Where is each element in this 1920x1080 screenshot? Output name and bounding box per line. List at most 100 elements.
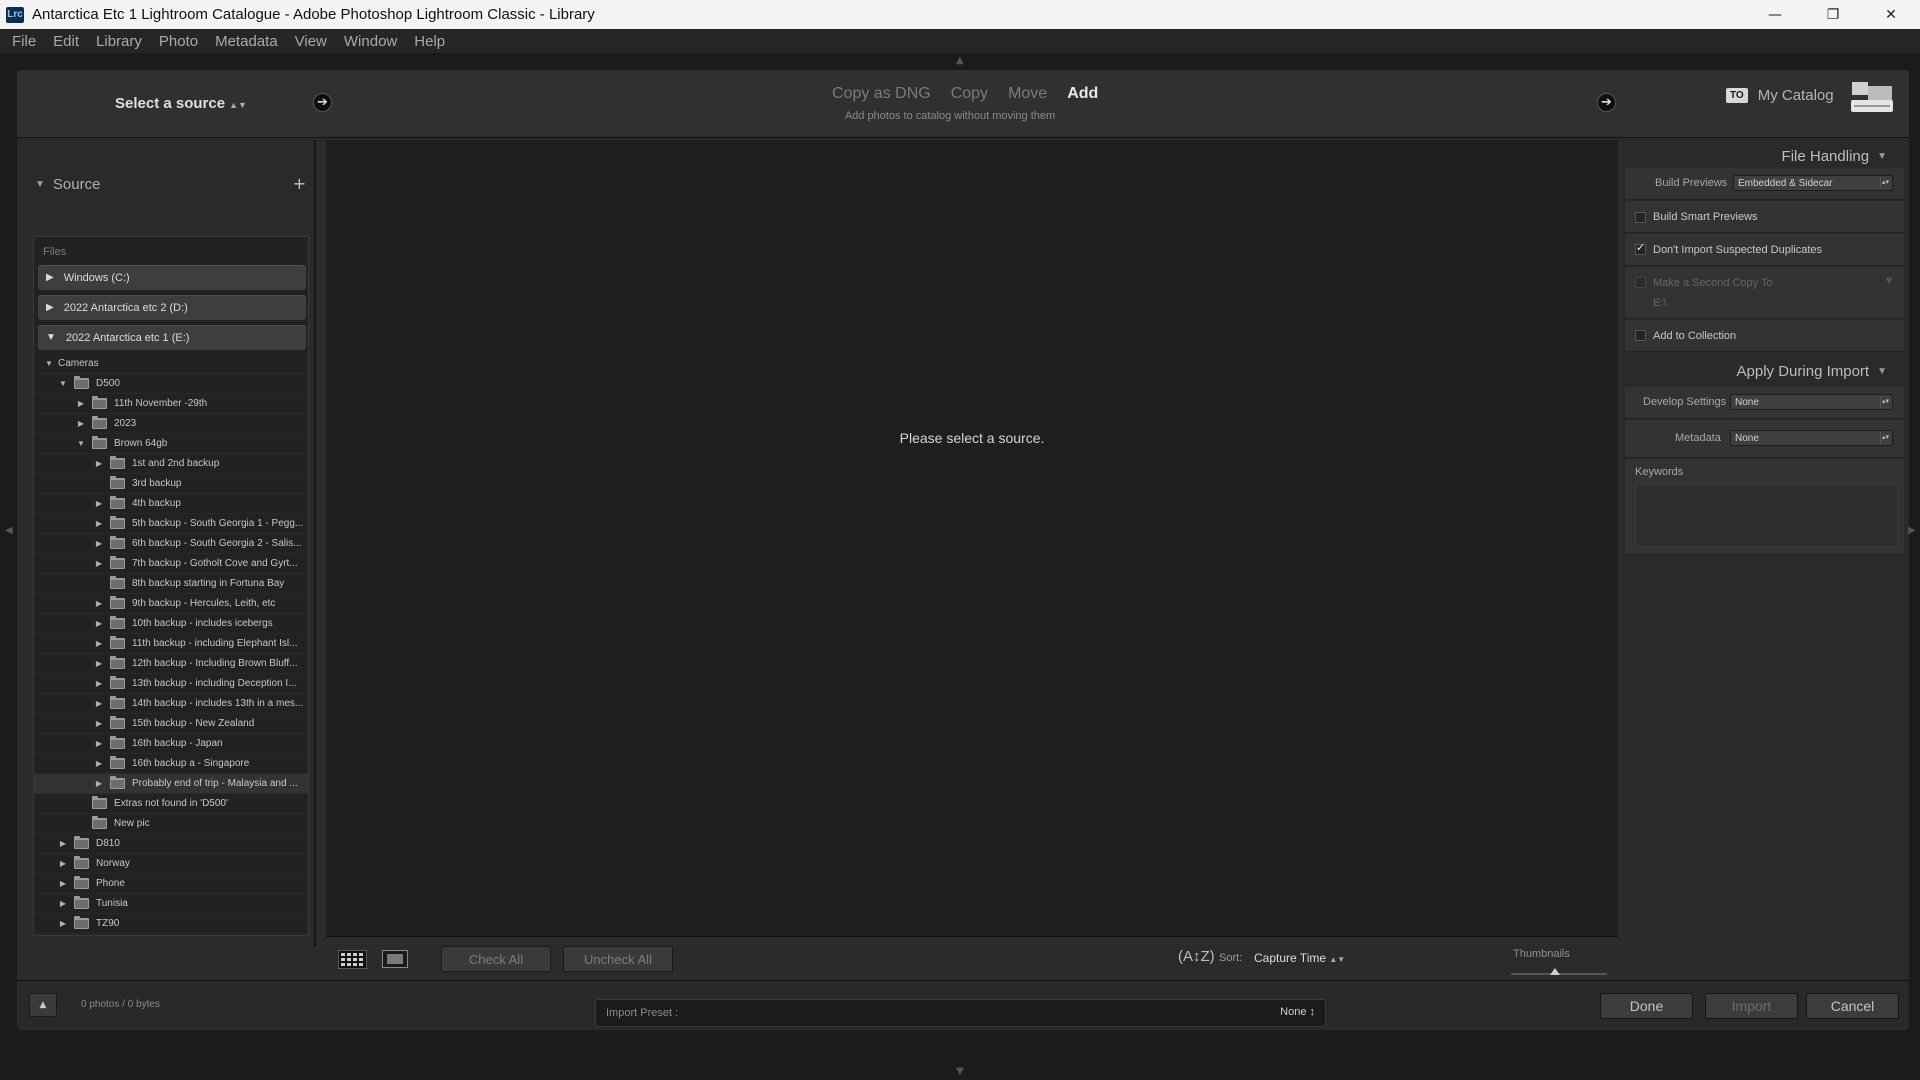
expand-triangle-icon[interactable]: ▶ bbox=[94, 539, 104, 548]
expand-triangle-icon[interactable]: ▶ bbox=[94, 739, 104, 748]
minimize-button[interactable]: — bbox=[1746, 0, 1804, 29]
add-to-collection-checkbox[interactable] bbox=[1635, 330, 1646, 341]
expand-triangle-icon[interactable]: ▶ bbox=[58, 879, 68, 888]
expand-triangle-icon[interactable]: ▶ bbox=[94, 619, 104, 628]
build-previews-select[interactable]: Embedded & Sidecar ▴▾ bbox=[1733, 175, 1893, 191]
expand-triangle-icon[interactable]: ▶ bbox=[94, 559, 104, 568]
folder-tree-row[interactable]: ▶ 16th backup a - Singapore bbox=[34, 754, 308, 774]
volume-antarctica-e[interactable]: ▼ 2022 Antarctica etc 1 (E:) bbox=[38, 325, 306, 350]
expand-triangle-icon[interactable]: ▶ bbox=[58, 859, 68, 868]
expand-triangle-icon[interactable]: ▶ bbox=[58, 899, 68, 908]
menu-photo[interactable]: Photo bbox=[153, 33, 204, 50]
mode-add[interactable]: Add bbox=[1067, 85, 1098, 103]
build-smart-previews-checkbox[interactable] bbox=[1635, 212, 1646, 223]
metadata-select[interactable]: None ▴▾ bbox=[1730, 430, 1893, 446]
folder-tree-row[interactable]: ▼ D500 bbox=[34, 374, 308, 394]
import-button[interactable]: Import bbox=[1705, 993, 1798, 1019]
folder-tree-row[interactable]: ▶ 7th backup - Gotholt Cove and Gyrt... bbox=[34, 554, 308, 574]
sort-dropdown[interactable]: Capture Time ▲▼ bbox=[1254, 951, 1345, 965]
folder-tree-row[interactable]: 8th backup starting in Fortuna Bay bbox=[34, 574, 308, 594]
folder-tree-row[interactable]: ▶ 5th backup - South Georgia 1 - Pegg... bbox=[34, 514, 308, 534]
folder-tree-row[interactable]: ▶ Probably end of trip - Malaysia and ... bbox=[34, 774, 308, 794]
apply-during-import-header[interactable]: Apply During Import ▼ bbox=[1737, 363, 1887, 380]
grid-view-icon[interactable] bbox=[338, 950, 367, 969]
bottom-panel-toggle-icon[interactable]: ▼ bbox=[956, 1066, 964, 1077]
folder-tree-row[interactable]: ▶ TZ90 bbox=[34, 914, 308, 934]
check-all-button[interactable]: Check All bbox=[441, 946, 551, 972]
folder-tree-row[interactable]: ▶ Phone bbox=[34, 874, 308, 894]
sort-direction-icon[interactable]: (A↕Z) bbox=[1178, 948, 1215, 965]
cancel-button[interactable]: Cancel bbox=[1806, 993, 1899, 1019]
import-preset-bar[interactable]: Import Preset : None ↕ bbox=[595, 999, 1326, 1027]
menu-metadata[interactable]: Metadata bbox=[209, 33, 284, 50]
collapse-triangle-icon[interactable]: ▼ bbox=[44, 359, 54, 368]
folder-tree-row[interactable]: ▶ 11th November -29th bbox=[34, 394, 308, 414]
menu-help[interactable]: Help bbox=[408, 33, 451, 50]
menu-view[interactable]: View bbox=[289, 33, 333, 50]
expand-triangle-icon[interactable]: ▶ bbox=[94, 699, 104, 708]
expand-triangle-icon[interactable]: ▶ bbox=[94, 759, 104, 768]
mode-copy[interactable]: Copy bbox=[951, 85, 988, 103]
folder-tree-row[interactable]: ▶ 12th backup - Including Brown Bluff... bbox=[34, 654, 308, 674]
folder-tree-row[interactable]: ▶ Norway bbox=[34, 854, 308, 874]
folder-tree-row[interactable]: ▶ 11th backup - including Elephant Isl... bbox=[34, 634, 308, 654]
add-source-icon[interactable]: + bbox=[293, 174, 306, 193]
folder-tree-row[interactable]: New pic bbox=[34, 814, 308, 834]
dont-import-duplicates-checkbox[interactable] bbox=[1635, 241, 1646, 255]
folder-tree-row[interactable]: ▶ 15th backup - New Zealand bbox=[34, 714, 308, 734]
folder-tree-row[interactable]: Extras not found in 'D500' bbox=[34, 794, 308, 814]
develop-settings-select[interactable]: None ▴▾ bbox=[1730, 394, 1893, 410]
maximize-button[interactable]: ❐ bbox=[1804, 0, 1862, 29]
folder-tree-row[interactable]: ▶ Tunisia bbox=[34, 894, 308, 914]
close-window-button[interactable]: ✕ bbox=[1862, 0, 1920, 29]
import-preset-value[interactable]: None ↕ bbox=[1280, 1006, 1315, 1018]
source-panel-header[interactable]: ▼ Source bbox=[35, 176, 100, 193]
expand-triangle-icon[interactable]: ▶ bbox=[94, 499, 104, 508]
folder-tree-row[interactable]: 3rd backup bbox=[34, 474, 308, 494]
expand-triangle-icon[interactable]: ▶ bbox=[94, 779, 104, 788]
volume-windows-c[interactable]: ▶ Windows (C:) bbox=[38, 265, 306, 290]
folder-tree-row[interactable]: ▼ Cameras bbox=[34, 354, 308, 374]
menu-file[interactable]: File bbox=[6, 33, 42, 50]
uncheck-all-button[interactable]: Uncheck All bbox=[563, 946, 673, 972]
keywords-input[interactable] bbox=[1635, 484, 1898, 547]
expand-triangle-icon[interactable]: ▶ bbox=[58, 919, 68, 928]
collapse-triangle-icon[interactable]: ▼ bbox=[76, 439, 86, 448]
done-button[interactable]: Done bbox=[1600, 993, 1693, 1019]
folder-tree-row[interactable]: ▶ 13th backup - including Deception I... bbox=[34, 674, 308, 694]
folder-tree-row[interactable]: ▶ 2023 bbox=[34, 414, 308, 434]
expand-triangle-icon[interactable]: ▶ bbox=[94, 679, 104, 688]
left-panel-toggle-icon[interactable]: ◀ bbox=[5, 525, 13, 536]
expand-triangle-icon[interactable]: ▶ bbox=[94, 659, 104, 668]
collapse-triangle-icon[interactable]: ▼ bbox=[58, 379, 68, 388]
folder-tree-row[interactable]: ▶ 14th backup - includes 13th in a mes... bbox=[34, 694, 308, 714]
right-panel-toggle-icon[interactable]: ▶ bbox=[1908, 525, 1916, 536]
folder-tree-row[interactable]: ▶ 4th backup bbox=[34, 494, 308, 514]
mode-copy-as-dng[interactable]: Copy as DNG bbox=[832, 85, 931, 103]
expand-triangle-icon[interactable]: ▶ bbox=[94, 459, 104, 468]
menu-library[interactable]: Library bbox=[90, 33, 148, 50]
volume-antarctica-d[interactable]: ▶ 2022 Antarctica etc 2 (D:) bbox=[38, 295, 306, 320]
expand-triangle-icon[interactable]: ▶ bbox=[76, 399, 86, 408]
expand-triangle-icon[interactable]: ▶ bbox=[76, 419, 86, 428]
folder-tree-row[interactable]: ▶ 16th backup - Japan bbox=[34, 734, 308, 754]
expand-triangle-icon[interactable]: ▶ bbox=[94, 519, 104, 528]
expand-triangle-icon[interactable]: ▶ bbox=[94, 719, 104, 728]
loupe-view-icon[interactable] bbox=[382, 950, 408, 968]
folder-tree-row[interactable]: ▶ D810 bbox=[34, 834, 308, 854]
top-panel-toggle-icon[interactable]: ▲ bbox=[956, 55, 964, 66]
destination-catalog[interactable]: TO My Catalog bbox=[1726, 87, 1834, 104]
thumbnail-slider-knob[interactable] bbox=[1550, 968, 1560, 975]
expand-triangle-icon[interactable]: ▶ bbox=[58, 839, 68, 848]
show-more-button[interactable]: ▲ bbox=[29, 993, 57, 1017]
second-copy-checkbox[interactable] bbox=[1635, 277, 1646, 288]
mode-move[interactable]: Move bbox=[1008, 85, 1047, 103]
folder-tree-row[interactable]: ▶ 9th backup - Hercules, Leith, etc bbox=[34, 594, 308, 614]
expand-triangle-icon[interactable]: ▶ bbox=[94, 639, 104, 648]
folder-tree-row[interactable]: ▶ 1st and 2nd backup bbox=[34, 454, 308, 474]
folder-tree-row[interactable]: ▼ Brown 64gb bbox=[34, 434, 308, 454]
folder-tree-row[interactable]: ▶ 6th backup - South Georgia 2 - Salis... bbox=[34, 534, 308, 554]
expand-triangle-icon[interactable]: ▶ bbox=[94, 599, 104, 608]
menu-edit[interactable]: Edit bbox=[47, 33, 85, 50]
folder-tree-row[interactable]: ▶ 10th backup - includes icebergs bbox=[34, 614, 308, 634]
